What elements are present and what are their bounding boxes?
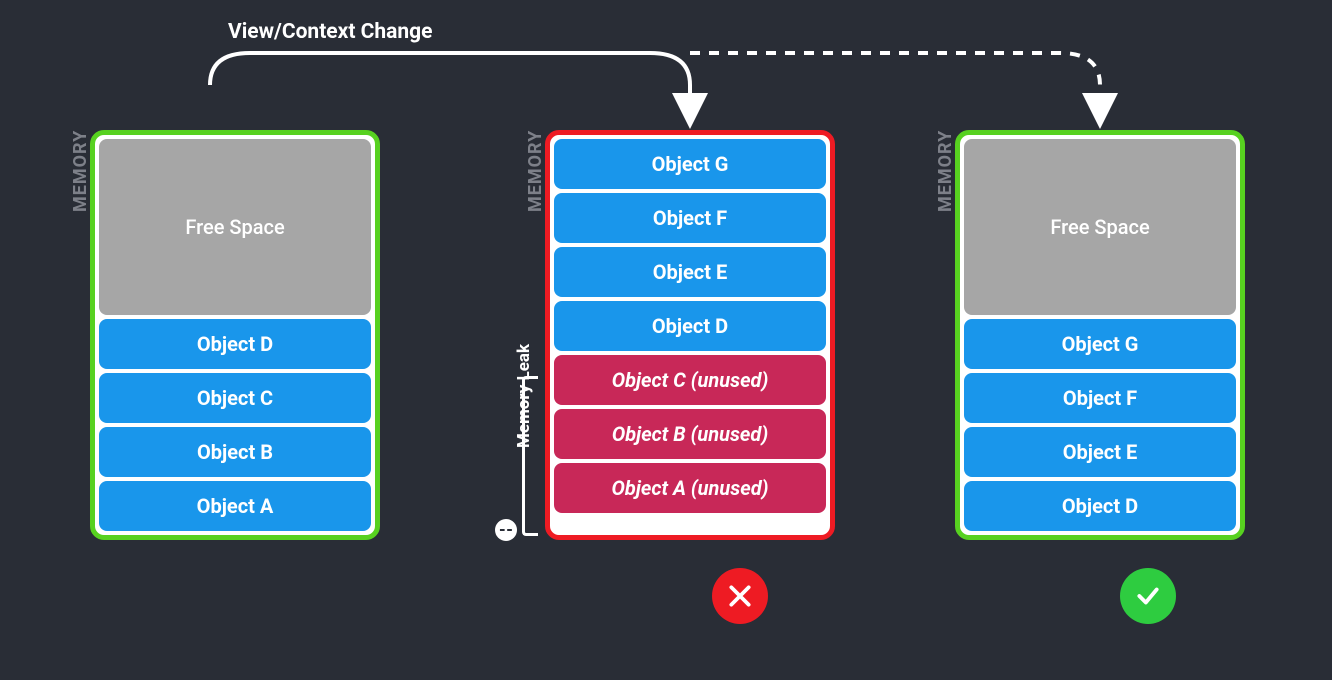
object-cell-unused: Object B (unused) (554, 409, 826, 459)
object-cell: Object F (964, 373, 1236, 423)
object-cell: Object D (554, 301, 826, 351)
result-badge-bad (712, 568, 768, 624)
object-cell-unused: Object C (unused) (554, 355, 826, 405)
memory-box-mid: Object G Object F Object E Object D Obje… (545, 130, 835, 540)
arrow-dashed (690, 53, 1100, 113)
memory-box-right: Free Space Object G Object F Object E Ob… (955, 130, 1245, 540)
object-cell: Object G (964, 319, 1236, 369)
memory-column-leak: MEMORY Memory Leak -- Object G Object F … (545, 130, 835, 540)
object-cell: Object C (99, 373, 371, 423)
object-cell: Object D (99, 319, 371, 369)
memory-column-good: MEMORY Free Space Object G Object F Obje… (955, 130, 1245, 540)
diagram-title: View/Context Change (228, 20, 433, 44)
free-space-block: Free Space (964, 139, 1236, 315)
object-cell-unused: Object A (unused) (554, 463, 826, 513)
leak-bracket (522, 376, 538, 536)
check-icon (1135, 583, 1161, 609)
cross-icon (727, 583, 753, 609)
object-cell: Object F (554, 193, 826, 243)
arrow-solid (210, 53, 690, 113)
object-cell: Object G (554, 139, 826, 189)
free-space-block: Free Space (99, 139, 371, 315)
result-badge-good (1120, 568, 1176, 624)
memory-axis-label: MEMORY (935, 130, 956, 212)
memory-axis-label: MEMORY (525, 130, 546, 212)
object-cell: Object E (964, 427, 1236, 477)
object-cell: Object E (554, 247, 826, 297)
memory-column-before: MEMORY Free Space Object D Object C Obje… (90, 130, 380, 540)
leak-badge-icon: -- (495, 519, 517, 541)
object-cell: Object D (964, 481, 1236, 531)
object-cell: Object A (99, 481, 371, 531)
memory-axis-label: MEMORY (70, 130, 91, 212)
object-cell: Object B (99, 427, 371, 477)
memory-box-left: Free Space Object D Object C Object B Ob… (90, 130, 380, 540)
